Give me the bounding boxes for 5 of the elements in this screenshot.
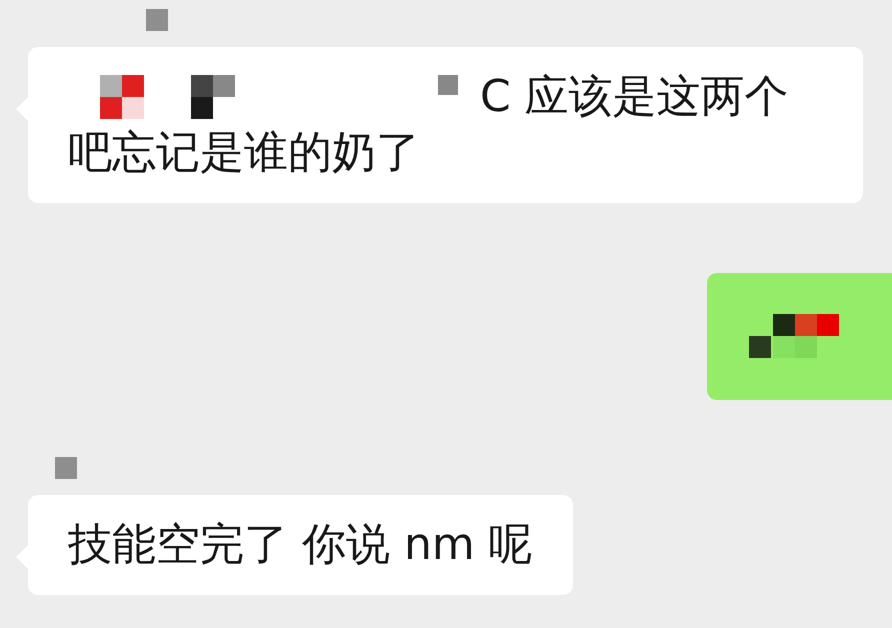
pixelated-redaction-drawing [55,457,77,479]
message-text: C 应该是这两个 [480,70,789,124]
pixelated-redaction-drawing [146,9,168,31]
message-text: 技能空完了 你说 nm 呢 [68,518,533,572]
message-text: 吧忘记是谁的奶了 [68,126,420,180]
